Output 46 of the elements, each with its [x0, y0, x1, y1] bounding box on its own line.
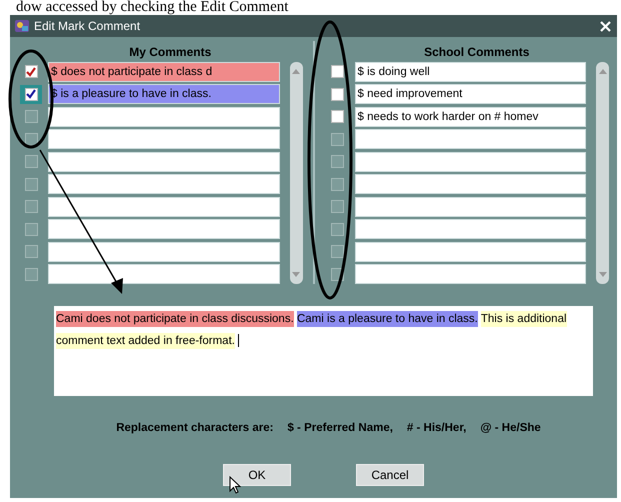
comment-field[interactable] — [48, 152, 280, 172]
comment-field[interactable] — [48, 129, 280, 150]
comment-segment: Cami is a pleasure to have in class. — [296, 311, 478, 327]
comment-field[interactable] — [354, 129, 586, 150]
replacement-label: Replacement characters are: — [116, 422, 274, 434]
replacement-item: $ - Preferred Name, — [287, 422, 393, 434]
comment-field[interactable]: $ need improvement — [354, 84, 586, 104]
comment-field[interactable] — [354, 174, 586, 194]
scroll-down-icon[interactable] — [292, 272, 300, 278]
comment-field[interactable] — [48, 242, 280, 262]
comment-field[interactable] — [354, 264, 586, 284]
checkbox[interactable] — [331, 65, 344, 78]
replacement-item: # - His/Her, — [406, 422, 466, 434]
scrollbar[interactable] — [290, 62, 302, 284]
comment-field[interactable] — [354, 219, 586, 240]
comment-field[interactable] — [48, 196, 280, 217]
mouse-pointer-icon — [229, 476, 241, 494]
comment-field[interactable] — [354, 152, 586, 172]
comment-field[interactable] — [48, 219, 280, 240]
window-title: Edit Mark Comment — [34, 19, 142, 33]
scroll-up-icon[interactable] — [598, 68, 606, 74]
comment-field[interactable] — [48, 174, 280, 194]
comment-field[interactable] — [354, 196, 586, 217]
replacement-item: @ - He/She — [480, 422, 541, 434]
ok-button[interactable]: OK — [223, 464, 291, 486]
scroll-down-icon[interactable] — [598, 272, 606, 278]
close-icon[interactable] — [600, 20, 611, 32]
panel-heading: My Comments — [128, 45, 212, 59]
comment-field[interactable] — [48, 264, 280, 284]
checkbox[interactable] — [24, 88, 38, 101]
scroll-up-icon[interactable] — [292, 68, 300, 74]
comment-field[interactable]: $ needs to work harder on # homev — [354, 106, 586, 127]
app-icon — [14, 18, 30, 34]
comment-field[interactable] — [354, 242, 586, 262]
comment-field[interactable] — [48, 106, 280, 127]
comment-segment: Cami does not participate in class discussions. — [56, 311, 294, 327]
panel-heading: School Comments — [423, 45, 530, 59]
checkbox[interactable] — [24, 65, 38, 78]
checkbox[interactable] — [331, 88, 344, 101]
comment-field[interactable]: $ does not participate in class d — [48, 62, 280, 82]
comment-field[interactable]: $ is doing well — [354, 62, 586, 82]
document-text: dow accessed by checking the Edit Comment — [15, 0, 290, 15]
checkbox[interactable] — [331, 110, 344, 124]
comment-text-area[interactable]: Cami does not participate in class discussions. Cami is a pleasure to have in class. This is additional comment text added in free-format. — [54, 306, 593, 396]
scrollbar[interactable] — [596, 62, 609, 284]
cancel-button[interactable]: Cancel — [356, 464, 424, 486]
